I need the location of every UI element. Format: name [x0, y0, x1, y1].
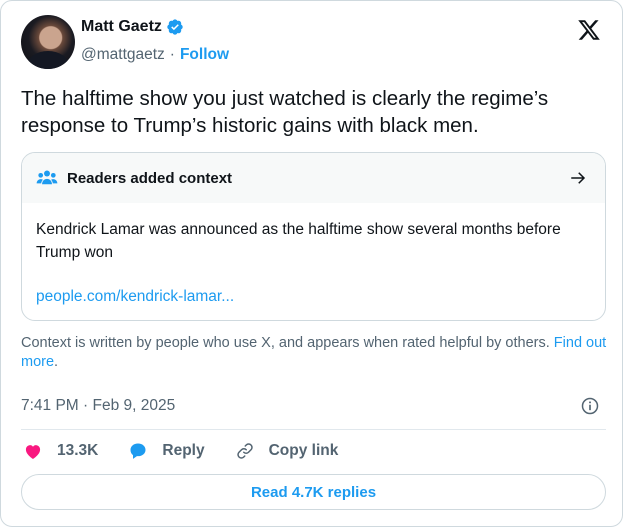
- heart-icon: [25, 445, 41, 459]
- community-note-disclaimer: Context is written by people who use X, …: [21, 334, 611, 372]
- like-button[interactable]: 13.3K: [23, 441, 98, 461]
- follow-button[interactable]: Follow: [180, 46, 229, 64]
- reply-label: Reply: [162, 442, 205, 459]
- people-icon: [36, 170, 58, 185]
- author-handle-row: @mattgaetz · Follow: [81, 46, 229, 64]
- tweet-text: The halftime show you just watched is cl…: [21, 87, 549, 137]
- avatar[interactable]: [21, 15, 75, 69]
- reply-button[interactable]: Reply: [128, 441, 205, 461]
- divider: [21, 429, 606, 430]
- disclaimer-period: .: [54, 354, 59, 370]
- community-note-title: Readers added context: [67, 169, 233, 187]
- info-icon[interactable]: [580, 396, 600, 416]
- reply-bubble-icon: [130, 443, 146, 459]
- disclaimer-text: Context is written by people who use X, …: [21, 335, 550, 351]
- separator-dot: ·: [169, 46, 175, 63]
- tweet-embed-card: Matt Gaetz @mattgaetz · Follow The halft…: [0, 0, 623, 527]
- action-bar: 13.3K Reply Copy link: [23, 441, 368, 461]
- author-handle[interactable]: @mattgaetz: [81, 46, 165, 64]
- arrow-right-icon[interactable]: [569, 169, 587, 187]
- link-icon: [236, 443, 253, 459]
- community-note-source-link[interactable]: people.com/kendrick-lamar...: [36, 288, 234, 306]
- verified-badge-icon: [167, 19, 183, 35]
- x-logo-icon[interactable]: [576, 18, 602, 42]
- author-name-row: Matt Gaetz: [81, 18, 184, 36]
- read-replies-button[interactable]: Read 4.7K replies: [21, 474, 606, 510]
- community-note-header[interactable]: Readers added context: [22, 153, 605, 203]
- like-count: 13.3K: [57, 442, 99, 459]
- community-note-body: Kendrick Lamar was announced as the half…: [36, 221, 561, 261]
- timestamp[interactable]: 7:41 PM · Feb 9, 2025: [21, 397, 175, 415]
- copy-link-label: Copy link: [268, 442, 339, 459]
- author-name[interactable]: Matt Gaetz: [81, 18, 162, 36]
- copy-link-button[interactable]: Copy link: [235, 441, 339, 461]
- community-note-box[interactable]: Readers added context Kendrick Lamar was…: [21, 152, 606, 321]
